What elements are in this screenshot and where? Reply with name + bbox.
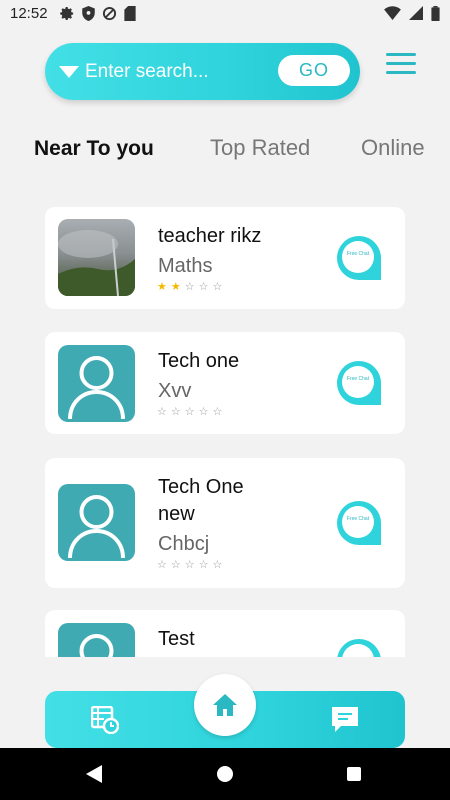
battery-icon [431,5,440,21]
search-bar: GO [45,43,360,100]
chat-icon[interactable] [330,705,360,735]
teacher-subject: Xvv [158,380,192,402]
teacher-card[interactable]: Tech one Xvv ☆☆☆☆☆ Free Chat [45,332,405,434]
free-chat-icon[interactable]: Free Chat [335,234,383,282]
free-chat-icon[interactable]: Free Chat [335,359,383,407]
user-icon [79,634,114,657]
signal-icon [409,6,423,20]
go-button[interactable]: GO [278,55,350,86]
back-icon[interactable] [86,765,102,783]
status-system-icons [384,5,440,21]
free-chat-label: Free Chat [347,251,370,257]
hamburger-menu-icon[interactable] [386,53,416,75]
rating-stars: ★★☆☆☆ [157,281,227,293]
status-bar: 12:52 [0,0,450,26]
free-chat-label: Free Chat [347,376,370,382]
rating-stars: ☆☆☆☆☆ [157,559,227,571]
teacher-card[interactable]: Test [45,610,405,657]
schedule-icon[interactable] [91,706,119,734]
filter-tabs: Near To you Top Rated Online [0,134,450,164]
data-saver-icon [102,6,116,20]
free-chat-icon[interactable]: Free Chat [335,499,383,547]
teacher-name: Test [158,628,195,650]
default-user-avatar [58,623,135,657]
default-user-avatar [58,345,135,422]
tab-online[interactable]: Online [361,135,425,161]
home-button[interactable] [194,674,256,736]
search-input[interactable] [85,60,275,83]
teacher-name: Tech One new [158,476,244,525]
teacher-subject: Maths [158,255,213,277]
status-time: 12:52 [10,4,48,22]
rating-stars: ☆☆☆☆☆ [157,406,227,418]
teacher-photo [58,219,135,296]
teacher-card[interactable]: teacher rikz Maths ★★☆☆☆ Free Chat [45,207,405,309]
recent-apps-icon[interactable] [347,767,361,781]
settings-icon [59,6,73,20]
free-chat-label: Free Chat [347,516,370,522]
system-home-icon[interactable] [217,766,233,782]
teacher-card[interactable]: Tech One new Chbcj ☆☆☆☆☆ Free Chat [45,458,405,588]
landscape-photo-icon [58,230,135,296]
tab-near-to-you[interactable]: Near To you [34,137,154,161]
dropdown-triangle-icon[interactable] [59,65,79,79]
default-user-avatar [58,484,135,561]
teacher-name: teacher rikz [158,225,262,247]
shield-icon [81,5,95,21]
tab-top-rated[interactable]: Top Rated [210,135,310,161]
user-icon [68,495,125,559]
sd-card-icon [123,5,136,21]
status-notification-icons [59,5,136,21]
user-icon [68,356,125,420]
teacher-subject: Chbcj [158,533,210,555]
free-chat-icon[interactable] [335,637,383,657]
teacher-list[interactable]: teacher rikz Maths ★★☆☆☆ Free Chat Tech … [0,195,450,657]
teacher-name: Tech one [158,350,240,372]
wifi-icon [384,6,401,20]
home-icon [213,694,237,716]
